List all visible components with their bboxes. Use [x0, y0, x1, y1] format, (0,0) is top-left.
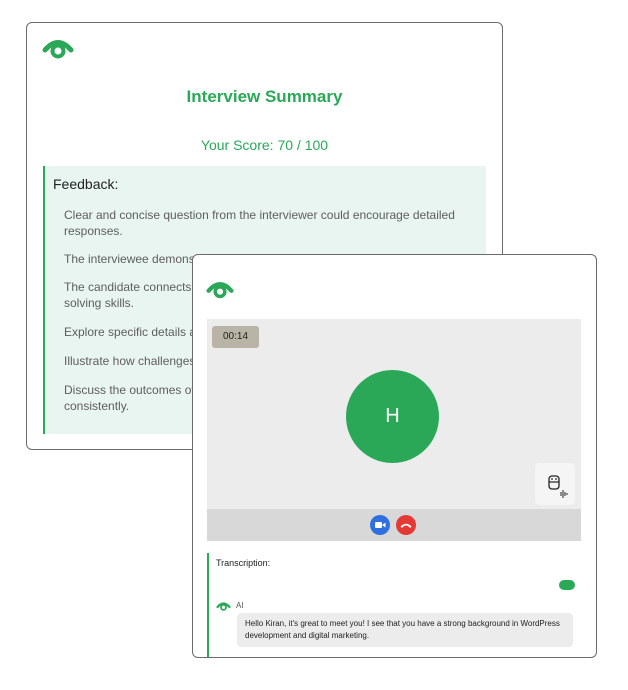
- brand-logo-icon: [42, 37, 74, 59]
- feedback-item: Clear and concise question from the inte…: [64, 208, 455, 238]
- call-timer: 00:14: [212, 326, 259, 348]
- end-call-icon[interactable]: [396, 515, 416, 535]
- speaker-name: AI: [236, 601, 244, 610]
- ai-message-bubble: Hello Kiran, it's great to meet you! I s…: [237, 613, 573, 647]
- brand-logo-icon: [206, 279, 234, 299]
- avatar: H: [346, 370, 439, 463]
- transcription-label: Transcription:: [216, 558, 271, 568]
- page-title: Interview Summary: [186, 87, 343, 106]
- video-camera-icon[interactable]: [370, 515, 390, 535]
- robot-audio-icon[interactable]: [535, 463, 575, 505]
- transcription-panel: Transcription: AI Hello Kiran, it's grea…: [207, 553, 587, 657]
- score-text: Your Score: 70 / 100: [200, 137, 329, 153]
- call-controls: [207, 509, 581, 541]
- interview-call-card: 00:14 H Transcription: AI Hello Kiran, i…: [192, 254, 597, 658]
- feedback-title: Feedback:: [53, 176, 119, 192]
- brand-logo-icon: [216, 601, 231, 611]
- status-indicator: [559, 580, 575, 590]
- video-call-area: 00:14 H: [207, 319, 581, 541]
